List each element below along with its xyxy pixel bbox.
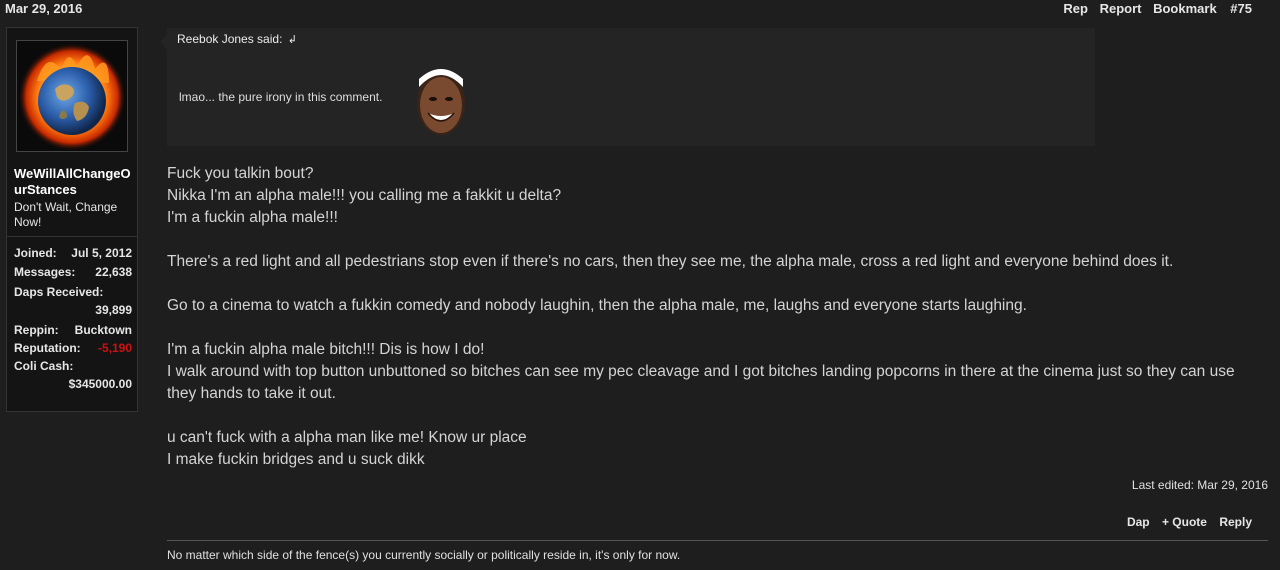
body-paragraph: Fuck you talkin bout? Nikka I'm an alpha… <box>167 163 1267 229</box>
stat-cash-label: Coli Cash: <box>14 359 132 373</box>
reply-button[interactable]: Reply <box>1219 515 1252 529</box>
stat-value[interactable]: 22,638 <box>95 265 132 279</box>
post-number-link[interactable]: #75 <box>1230 1 1252 16</box>
smiling-face-emoji-icon <box>417 69 465 135</box>
quote-block: Reebok Jones said: ↲ lmao... the pure ir… <box>167 28 1095 146</box>
bookmark-button[interactable]: Bookmark <box>1153 1 1217 16</box>
stat-value: 39,899 <box>95 303 132 317</box>
return-arrow-icon[interactable]: ↲ <box>288 34 297 46</box>
stat-reppin: Reppin: Bucktown <box>14 323 132 337</box>
body-line: I'm a fuckin alpha male!!! <box>167 209 338 226</box>
body-line: Nikka I'm an alpha male!!! you calling m… <box>167 187 562 204</box>
body-line: u can't fuck with a alpha man like me! K… <box>167 429 527 446</box>
body-line: I walk around with top button unbuttoned… <box>167 363 1235 402</box>
body-line: I'm a fuckin alpha male bitch!!! Dis is … <box>167 341 485 358</box>
post-date: Mar 29, 2016 <box>5 1 83 16</box>
stat-label: Reputation: <box>14 341 81 355</box>
stat-label: Joined: <box>14 246 57 260</box>
stat-daps-label: Daps Received: <box>14 285 132 299</box>
user-title: Don't Wait, Change Now! <box>14 200 118 229</box>
body-line: I make fuckin bridges and u suck dikk <box>167 451 425 468</box>
avatar[interactable] <box>16 40 128 152</box>
post-header: Mar 29, 2016 Rep Report Bookmark #75 <box>0 0 1280 18</box>
quote-button[interactable]: + Quote <box>1162 515 1207 529</box>
stat-value: $345000.00 <box>68 377 132 391</box>
body-line: Fuck you talkin bout? <box>167 165 314 182</box>
stat-label: Coli Cash: <box>14 359 74 373</box>
body-paragraph: u can't fuck with a alpha man like me! K… <box>167 427 1267 471</box>
quote-text: lmao... the pure irony in this comment. <box>179 90 383 104</box>
signature-line: No matter which side of the fence(s) you… <box>167 548 681 562</box>
quote-author-name: Reebok Jones said: <box>177 32 283 46</box>
username-link[interactable]: WeWillAllChangeOurStances <box>14 166 132 198</box>
signature-divider <box>167 540 1268 541</box>
post-actions: Rep Report Bookmark #75 <box>1055 1 1252 16</box>
rep-button[interactable]: Rep <box>1063 1 1088 16</box>
body-paragraph: I'm a fuckin alpha male bitch!!! Dis is … <box>167 339 1267 405</box>
stat-value: Jul 5, 2012 <box>71 246 132 260</box>
stat-label: Messages: <box>14 265 76 279</box>
stat-joined: Joined: Jul 5, 2012 <box>14 246 132 260</box>
post-body: Fuck you talkin bout? Nikka I'm an alpha… <box>167 163 1267 493</box>
stat-messages: Messages: 22,638 <box>14 265 132 279</box>
stat-value: Bucktown <box>74 323 132 337</box>
post-footer-actions: Dap + Quote Reply <box>1118 515 1252 529</box>
body-paragraph: There's a red light and all pedestrians … <box>167 253 1174 270</box>
stat-reputation: Reputation: -5,190 <box>14 341 132 355</box>
stat-label: Daps Received: <box>14 285 104 299</box>
signature: No matter which side of the fence(s) you… <box>167 548 1267 563</box>
quote-author: Reebok Jones said: ↲ <box>177 32 297 46</box>
panel-divider <box>7 236 137 237</box>
stat-value: -5,190 <box>97 341 132 355</box>
report-button[interactable]: Report <box>1100 1 1142 16</box>
body-paragraph: Go to a cinema to watch a fukkin comedy … <box>167 297 1027 314</box>
dap-button[interactable]: Dap <box>1127 515 1150 529</box>
user-info-panel: WeWillAllChangeOurStances Don't Wait, Ch… <box>6 27 138 412</box>
stat-label: Reppin: <box>14 323 59 337</box>
last-edited-note: Last edited: Mar 29, 2016 <box>1131 478 1268 492</box>
burning-earth-avatar-icon <box>18 43 126 151</box>
